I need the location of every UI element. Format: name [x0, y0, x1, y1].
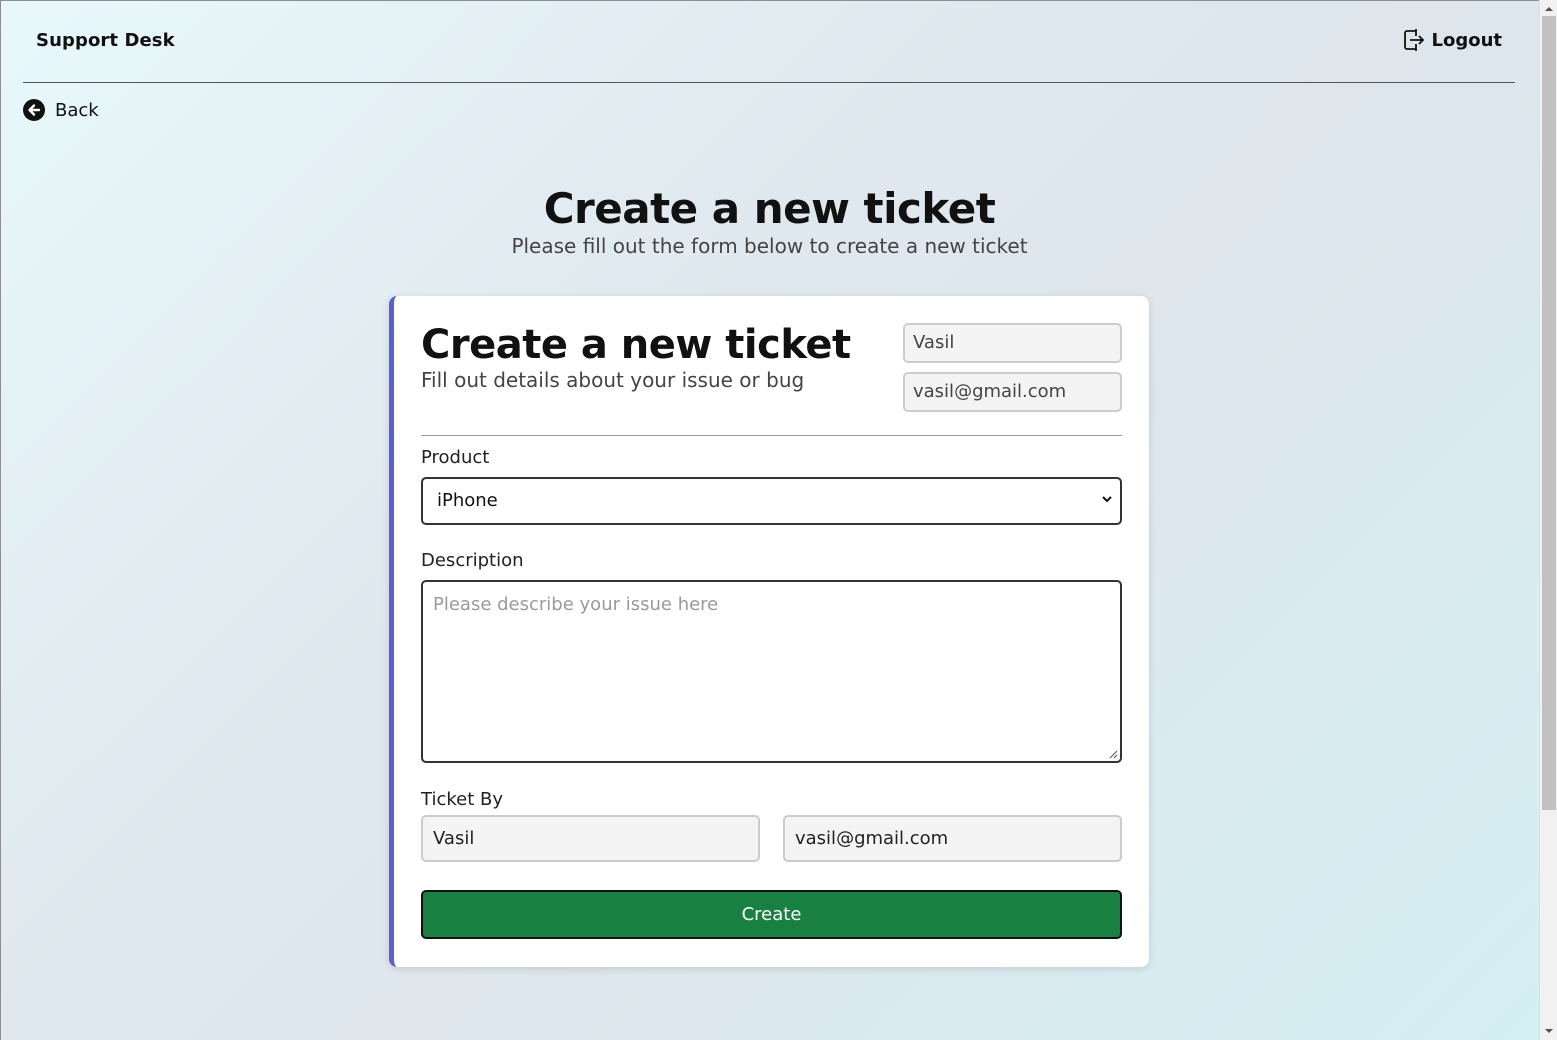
logout-label: Logout: [1431, 29, 1502, 51]
page-heading: Create a new ticket Please fill out the …: [0, 182, 1539, 258]
ticket-form-card: Create a new ticket Fill out details abo…: [389, 296, 1149, 967]
card-subtitle: Fill out details about your issue or bug: [421, 368, 805, 392]
create-button[interactable]: Create: [421, 890, 1122, 939]
scroll-up-arrow-icon[interactable]: [1544, 5, 1554, 13]
page-title: Create a new ticket: [543, 184, 996, 233]
description-textarea[interactable]: Please describe your issue here: [421, 580, 1122, 763]
resize-grip-icon[interactable]: [1108, 749, 1118, 759]
scroll-down-arrow-icon[interactable]: [1544, 1027, 1554, 1035]
brand-link[interactable]: Support Desk: [36, 30, 175, 51]
product-selected-value: iPhone: [437, 490, 498, 511]
back-button[interactable]: Back: [23, 99, 99, 121]
arrow-left-circle-icon: [23, 99, 45, 121]
description-label: Description: [421, 550, 524, 571]
back-label: Back: [55, 99, 99, 121]
product-select[interactable]: iPhone: [421, 477, 1122, 525]
logout-icon: [1404, 29, 1425, 51]
chevron-down-icon: [1102, 496, 1112, 503]
user-name-field[interactable]: Vasil: [903, 323, 1122, 363]
user-email-field[interactable]: vasil@gmail.com: [903, 372, 1122, 412]
top-header: Support Desk Logout: [23, 0, 1515, 83]
description-placeholder: Please describe your issue here: [433, 594, 719, 615]
ticket-by-email-field[interactable]: vasil@gmail.com: [783, 815, 1122, 862]
card-title: Create a new ticket: [421, 322, 851, 368]
product-label: Product: [421, 447, 490, 468]
logout-button[interactable]: Logout: [1403, 28, 1502, 52]
divider: [421, 435, 1122, 436]
vertical-scrollbar[interactable]: [1539, 0, 1557, 1040]
ticket-by-label: Ticket By: [421, 789, 503, 810]
page-subtitle: Please fill out the form below to create…: [511, 234, 1028, 258]
scrollbar-thumb[interactable]: [1542, 16, 1556, 810]
ticket-by-name-field[interactable]: Vasil: [421, 815, 760, 862]
